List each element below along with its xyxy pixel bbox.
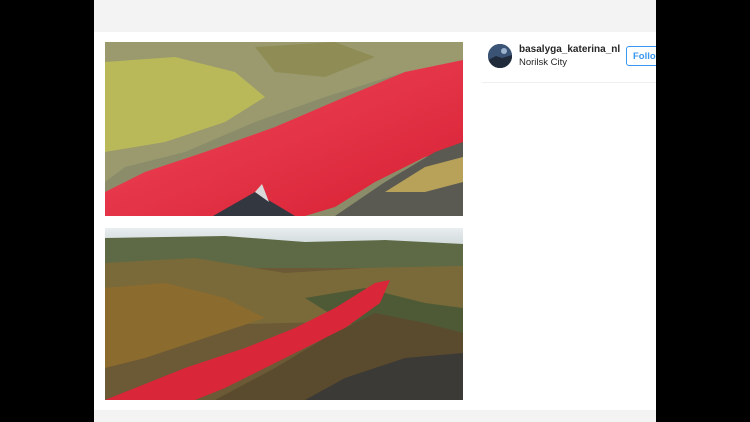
red-river-aerial-photo (105, 42, 463, 216)
post-image[interactable] (105, 42, 463, 400)
top-bar (94, 0, 656, 32)
bottom-bar (94, 410, 656, 422)
follow-button[interactable]: Follo (626, 46, 656, 66)
location-link[interactable]: Norilsk City (519, 57, 567, 68)
username-link[interactable]: basalyga_katerina_nl (519, 44, 620, 55)
red-river-valley-photo (105, 228, 463, 400)
post-header: basalyga_katerina_nl Norilsk City Follo (482, 40, 656, 83)
profile-avatar[interactable] (488, 44, 512, 68)
instagram-embed: basalyga_katerina_nl Norilsk City Follo (94, 0, 656, 422)
